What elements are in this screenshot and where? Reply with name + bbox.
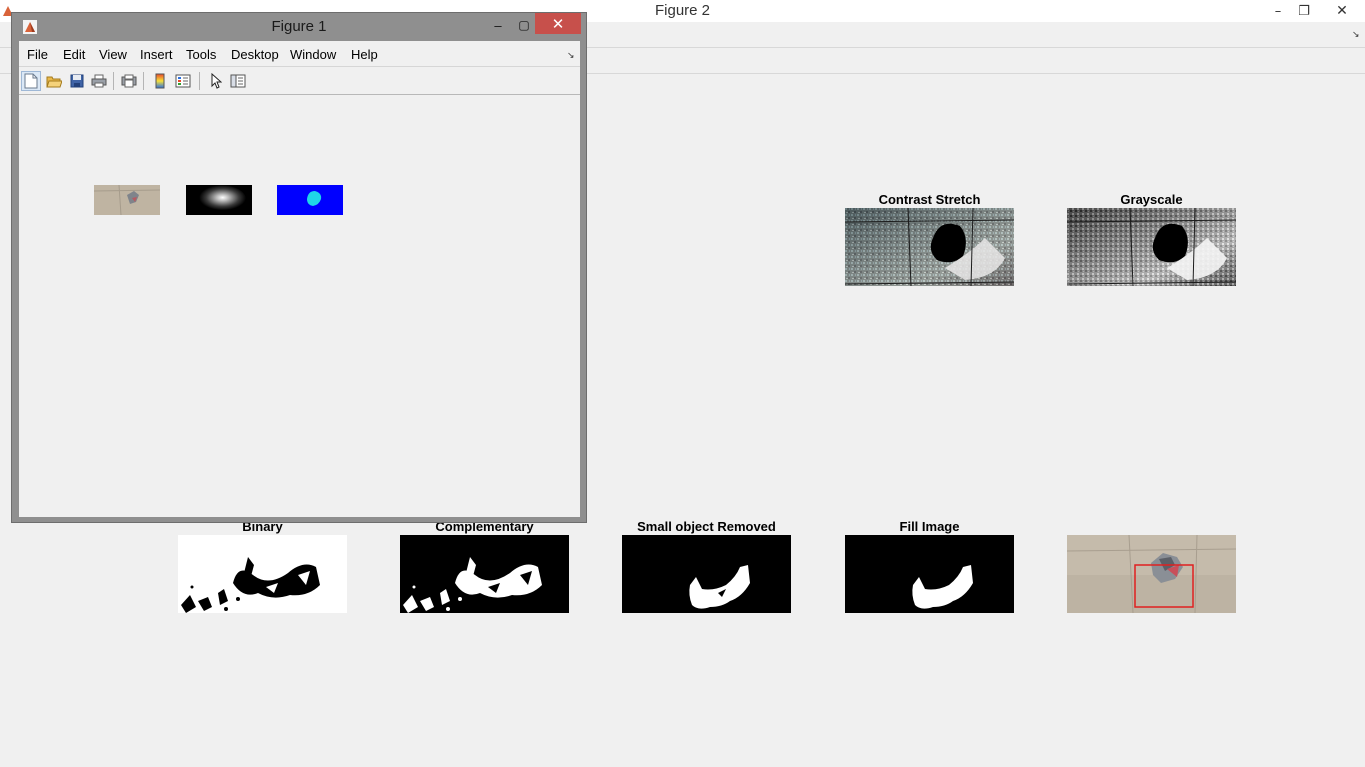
- print-preview-icon[interactable]: [119, 71, 139, 91]
- panel-title: Contrast Stretch: [878, 192, 981, 207]
- figure1-window: Figure 1 – ▢ ✕ File Edit View Insert Too…: [11, 12, 587, 523]
- small-object-removed-image: [622, 535, 791, 613]
- insert-legend-icon[interactable]: [173, 71, 193, 91]
- insert-colorbar-icon[interactable]: [150, 71, 170, 91]
- new-figure-icon[interactable]: [21, 71, 41, 91]
- print-icon[interactable]: [89, 71, 109, 91]
- menu-item-window[interactable]: Window: [290, 47, 336, 62]
- minimize-button[interactable]: –: [486, 15, 510, 35]
- menu-item-view[interactable]: View: [99, 47, 127, 62]
- close-button[interactable]: ✕: [535, 13, 581, 34]
- edit-plot-arrow-icon[interactable]: [206, 71, 226, 91]
- figure1-menubar: File Edit View Insert Tools Desktop Wind…: [19, 41, 580, 67]
- save-icon[interactable]: [67, 71, 87, 91]
- menu-item-desktop[interactable]: Desktop: [231, 47, 279, 62]
- menu-item-help[interactable]: Help: [351, 47, 378, 62]
- menu-item-tools[interactable]: Tools: [186, 47, 216, 62]
- panel-title: Small object Removed: [637, 519, 776, 534]
- restore-button[interactable]: ❐: [1289, 0, 1319, 22]
- menu-item-file[interactable]: File: [27, 47, 48, 62]
- panel-title: Fill Image: [899, 519, 960, 534]
- menu-item-insert[interactable]: Insert: [140, 47, 173, 62]
- detection-result-image: [1067, 535, 1236, 613]
- figure1-canvas: [19, 96, 580, 517]
- complementary-image: [400, 535, 569, 613]
- figure1-toolbar: [19, 68, 580, 95]
- figure1-client-area: File Edit View Insert Tools Desktop Wind…: [19, 41, 580, 517]
- contrast-stretch-image: [845, 208, 1014, 286]
- figure1-titlebar[interactable]: Figure 1 – ▢ ✕: [12, 13, 586, 41]
- expand-toolbar-icon[interactable]: ↘: [1352, 29, 1360, 40]
- original-image-thumbnail: [94, 185, 160, 215]
- maximize-button[interactable]: ▢: [512, 15, 536, 35]
- panel-title: Grayscale: [1120, 192, 1183, 207]
- open-file-icon[interactable]: [44, 71, 64, 91]
- binary-image: [178, 535, 347, 613]
- menu-item-edit[interactable]: Edit: [63, 47, 85, 62]
- grayscale-image: [1067, 208, 1236, 286]
- close-button[interactable]: ✕: [1322, 0, 1362, 22]
- expand-toolbar-icon[interactable]: ↘: [567, 50, 575, 61]
- heatmap-thumbnail: [186, 185, 252, 215]
- segmentation-mask-thumbnail: [277, 185, 343, 215]
- toolbar-separator: [143, 72, 144, 90]
- toolbar-separator: [113, 72, 114, 90]
- toolbar-separator: [199, 72, 200, 90]
- fill-image: [845, 535, 1014, 613]
- property-inspector-icon[interactable]: [228, 71, 248, 91]
